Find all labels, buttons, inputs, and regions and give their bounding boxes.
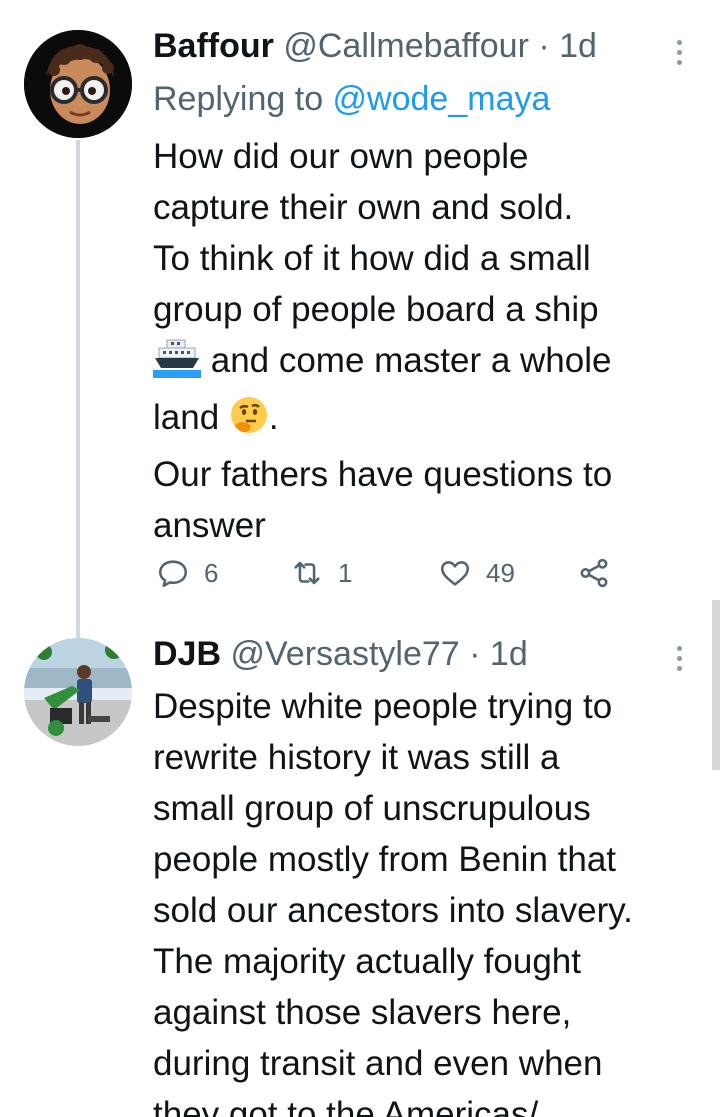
user-handle[interactable]: @Versastyle77 <box>230 635 459 673</box>
retweet-count: 1 <box>338 557 353 588</box>
retweet-icon <box>294 561 320 585</box>
replying-to: Replying to @wode_maya <box>153 79 550 119</box>
reply-icon <box>158 560 188 588</box>
tweet-text-part: How did our own people capture their own… <box>153 137 599 329</box>
separator-dot: · <box>538 27 550 65</box>
tweet-text-part: and come master a whole land <box>153 341 612 437</box>
tweet[interactable]: Baffour @Callmebaffour · 1d Replying to … <box>0 0 720 638</box>
timestamp[interactable]: 1d <box>490 635 528 673</box>
display-name[interactable]: DJB <box>153 635 221 673</box>
tweet-header: DJB @Versastyle77 · 1d <box>153 634 528 674</box>
tweet-header: Baffour @Callmebaffour · 1d <box>153 26 597 66</box>
like-button[interactable]: 49 <box>438 556 515 590</box>
retweet-button[interactable]: 1 <box>290 556 352 590</box>
thinking-face-emoji <box>229 395 269 449</box>
display-name[interactable]: Baffour <box>153 27 274 65</box>
ship-emoji <box>153 336 201 392</box>
like-count: 49 <box>486 557 515 588</box>
timestamp[interactable]: 1d <box>559 27 597 65</box>
scrollbar[interactable] <box>712 600 720 770</box>
heart-icon <box>440 561 470 586</box>
separator-dot: · <box>469 635 481 673</box>
share-button[interactable] <box>577 556 611 590</box>
reply-button[interactable]: 6 <box>156 556 218 590</box>
mention-link[interactable]: @wode_maya <box>333 80 551 118</box>
tweet-actions: 6 1 49 <box>0 556 720 596</box>
tweet-text: Despite white people trying to rewrite h… <box>153 687 633 1117</box>
avatar[interactable] <box>24 30 132 138</box>
avatar[interactable] <box>24 638 132 746</box>
user-handle[interactable]: @Callmebaffour <box>283 27 529 65</box>
reply-count: 6 <box>204 557 219 588</box>
more-vertical-icon[interactable] <box>676 646 684 676</box>
tweet-text: How did our own people capture their own… <box>153 131 693 545</box>
replying-to-label: Replying to <box>153 80 333 118</box>
more-vertical-icon[interactable] <box>676 40 684 70</box>
share-icon <box>580 558 608 588</box>
